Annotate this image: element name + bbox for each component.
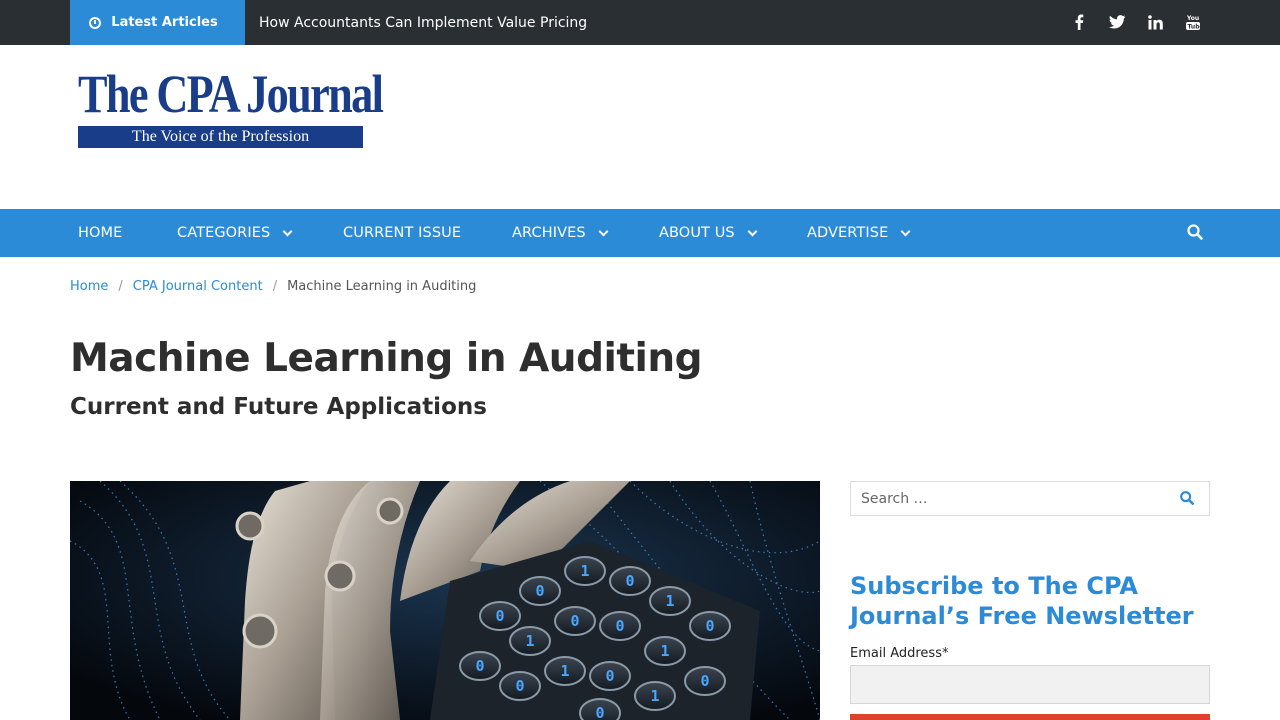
facebook-icon[interactable] [1069, 12, 1089, 32]
nav-advertise[interactable]: ADVERTISE [807, 209, 911, 257]
newsletter-heading: Subscribe to The CPA Journal’s Free News… [850, 572, 1194, 630]
top-bar: Latest Articles How Accountants Can Impl… [0, 0, 1280, 45]
nav-categories[interactable]: CATEGORIES [177, 209, 293, 257]
nav-advertise-label: ADVERTISE [807, 225, 889, 241]
svg-text:1: 1 [525, 632, 534, 650]
svg-text:0: 0 [625, 572, 634, 590]
site-logo[interactable]: The CPA Journal The Voice of the Profess… [78, 64, 384, 148]
svg-text:1: 1 [660, 642, 669, 660]
chevron-down-icon [282, 226, 293, 236]
svg-text:You: You [1186, 15, 1199, 22]
chevron-down-icon [900, 226, 911, 236]
nav-categories-label: CATEGORIES [177, 225, 271, 241]
nav-archives[interactable]: ARCHIVES [512, 209, 609, 257]
svg-text:1: 1 [665, 592, 674, 610]
search-icon[interactable] [1179, 490, 1197, 508]
nav-archives-label: ARCHIVES [512, 225, 586, 241]
svg-text:0: 0 [605, 667, 614, 685]
svg-text:0: 0 [595, 704, 604, 720]
nav-current-issue[interactable]: CURRENT ISSUE [343, 209, 461, 257]
email-field[interactable] [850, 665, 1210, 704]
clock-icon [89, 16, 102, 29]
breadcrumb: Home / CPA Journal Content / Machine Learnin… [70, 279, 476, 294]
breadcrumb-separator: / [272, 279, 278, 294]
youtube-icon[interactable]: YouTube [1183, 12, 1203, 32]
search-icon[interactable] [1186, 223, 1206, 243]
svg-text:0: 0 [615, 617, 624, 635]
breadcrumb-current: Machine Learning in Auditing [287, 279, 477, 294]
twitter-icon[interactable] [1107, 12, 1127, 32]
logo-tagline: The Voice of the Profession [78, 126, 363, 148]
chevron-down-icon [747, 226, 758, 236]
search-input[interactable] [851, 482, 1171, 515]
featured-image-art: 0 0 1 0 1 0 1 0 0 1 0 0 1 0 1 0 0 [70, 481, 820, 720]
svg-text:0: 0 [535, 582, 544, 600]
latest-articles-label: Latest Articles [111, 15, 218, 30]
breadcrumb-separator: / [118, 279, 123, 294]
svg-text:0: 0 [570, 612, 579, 630]
svg-text:0: 0 [700, 672, 709, 690]
nav-about-us-label: ABOUT US [659, 225, 735, 241]
linkedin-icon[interactable] [1145, 12, 1165, 32]
svg-text:1: 1 [560, 662, 569, 680]
svg-text:1: 1 [580, 562, 589, 580]
latest-article-link[interactable]: How Accountants Can Implement Value Pric… [259, 0, 587, 45]
chevron-down-icon [598, 226, 609, 236]
svg-text:Tube: Tube [1188, 23, 1201, 30]
email-label: Email Address* [850, 646, 949, 661]
nav-current-issue-label: CURRENT ISSUE [343, 225, 462, 241]
logo-title: The CPA Journal [78, 64, 384, 124]
page-subtitle: Current and Future Applications [70, 394, 487, 420]
svg-text:0: 0 [475, 657, 484, 675]
svg-text:1: 1 [650, 687, 659, 705]
subscribe-button[interactable] [850, 714, 1210, 720]
breadcrumb-section[interactable]: CPA Journal Content [133, 279, 263, 294]
svg-text:0: 0 [515, 677, 524, 695]
latest-articles-tag: Latest Articles [70, 0, 245, 45]
featured-image: 0 0 1 0 1 0 1 0 0 1 0 0 1 0 1 0 0 [70, 481, 820, 720]
nav-home-label: HOME [78, 225, 123, 241]
nav-about-us[interactable]: ABOUT US [659, 209, 758, 257]
svg-text:0: 0 [705, 617, 714, 635]
sidebar-search [850, 481, 1210, 516]
breadcrumb-home[interactable]: Home [70, 279, 108, 294]
main-nav: HOME CATEGORIES CURRENT ISSUE ARCHIVES A… [0, 209, 1280, 257]
page-title: Machine Learning in Auditing [70, 336, 703, 381]
svg-text:0: 0 [495, 607, 504, 625]
nav-home[interactable]: HOME [78, 209, 122, 257]
